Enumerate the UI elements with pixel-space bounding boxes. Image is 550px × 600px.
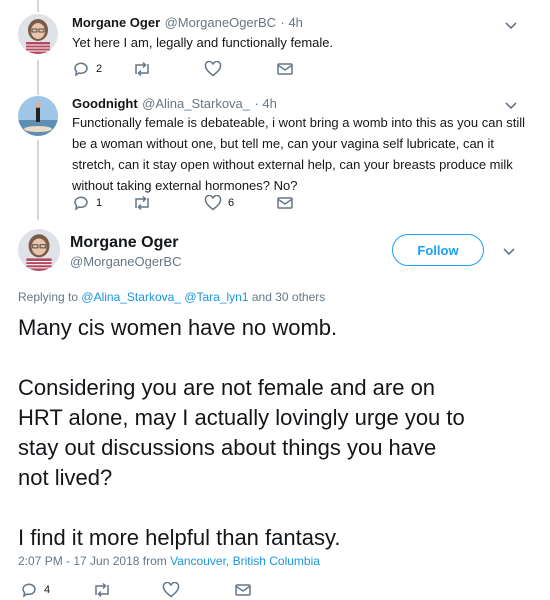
heart-icon (204, 195, 222, 211)
reply-button[interactable]: 1 (72, 195, 132, 211)
user-handle[interactable]: @MorganeOgerBC (70, 254, 181, 269)
thread-line-top (37, 0, 39, 12)
thread-line-2 (37, 140, 39, 220)
tweet-header: Morgane Oger @MorganeOgerBC · 4h (72, 14, 303, 32)
like-button[interactable] (204, 61, 276, 77)
text-line: not lived? (18, 465, 113, 490)
dm-button[interactable] (276, 195, 294, 211)
tweet-text: Functionally female is debateable, i won… (72, 112, 532, 196)
reply-count: 2 (96, 63, 103, 75)
reply-count: 1 (96, 197, 103, 209)
mail-icon (235, 584, 251, 596)
heart-icon (162, 582, 180, 598)
retweet-icon (95, 582, 109, 598)
retweet-button[interactable] (132, 195, 204, 211)
text-line: Many cis women have no womb. (18, 315, 338, 340)
tweet-text: Many cis women have no womb. Considering… (18, 313, 465, 553)
mention-link[interactable]: @Tara_lyn1 (184, 290, 248, 304)
tweet-actions: 2 (72, 61, 294, 77)
like-button[interactable] (162, 582, 234, 598)
retweet-button[interactable] (92, 582, 162, 598)
tweet-actions: 1 6 (72, 195, 294, 211)
chevron-down-icon[interactable] (500, 242, 518, 260)
display-name[interactable]: Goodnight (72, 96, 138, 111)
location-link[interactable]: Vancouver, British Columbia (170, 554, 320, 568)
text-line: Considering you are not female and are o… (18, 375, 436, 400)
user-handle[interactable]: @Alina_Starkova_ (142, 96, 250, 111)
display-name[interactable]: Morgane Oger (72, 15, 160, 30)
user-handle[interactable]: @MorganeOgerBC (165, 15, 276, 30)
follow-button[interactable]: Follow (392, 234, 484, 266)
text-line: Functionally female is debateable, i won… (72, 115, 526, 130)
text-line: stretch, can it stay open without extern… (72, 157, 513, 172)
tweet-timestamp: 2:07 PM - 17 Jun 2018 from Vancouver, Br… (18, 554, 320, 568)
avatar[interactable] (18, 229, 60, 271)
text-line (18, 493, 465, 523)
tweet-time[interactable]: · 4h (281, 15, 303, 30)
replying-to: Replying to @Alina_Starkova_ @Tara_lyn1 … (18, 290, 325, 304)
reply-icon (74, 196, 88, 211)
like-button[interactable]: 6 (204, 195, 276, 211)
mail-icon (277, 63, 293, 75)
reply-button[interactable]: 4 (20, 582, 92, 598)
text-line: stay out discussions about things you ha… (18, 435, 437, 460)
replying-suffix[interactable]: and 30 others (252, 290, 325, 304)
chevron-down-icon[interactable] (502, 16, 520, 34)
retweet-icon (135, 61, 149, 77)
thread-line-1 (37, 60, 39, 95)
avatar[interactable] (18, 96, 58, 136)
text-line: without taking external hormones? No? (72, 178, 298, 193)
tweet-text: Yet here I am, legally and functionally … (72, 35, 334, 50)
display-name[interactable]: Morgane Oger (70, 234, 178, 252)
reply-count: 4 (44, 584, 51, 596)
reply-icon (74, 62, 88, 77)
retweet-button[interactable] (132, 61, 204, 77)
dm-button[interactable] (234, 582, 252, 598)
heart-icon (204, 61, 222, 77)
tweet-time[interactable]: · 4h (254, 96, 276, 111)
text-line (18, 343, 465, 373)
reply-button[interactable]: 2 (72, 61, 132, 77)
mail-icon (277, 197, 293, 209)
reply-icon (22, 583, 36, 598)
text-line: HRT alone, may I actually lovingly urge … (18, 405, 465, 430)
tweet-actions: 4 (20, 582, 252, 598)
text-line: I find it more helpful than fantasy. (18, 525, 341, 550)
retweet-icon (135, 195, 149, 211)
avatar[interactable] (18, 14, 58, 54)
replying-prefix: Replying to (18, 290, 79, 304)
tweet-header: Goodnight @Alina_Starkova_ · 4h (72, 95, 277, 113)
dm-button[interactable] (276, 61, 294, 77)
text-line: be a woman without one, but tell me, can… (72, 136, 495, 151)
timestamp[interactable]: 2:07 PM - 17 Jun 2018 from (18, 554, 167, 568)
like-count: 6 (228, 197, 235, 209)
mention-link[interactable]: @Alina_Starkova_ (81, 290, 181, 304)
